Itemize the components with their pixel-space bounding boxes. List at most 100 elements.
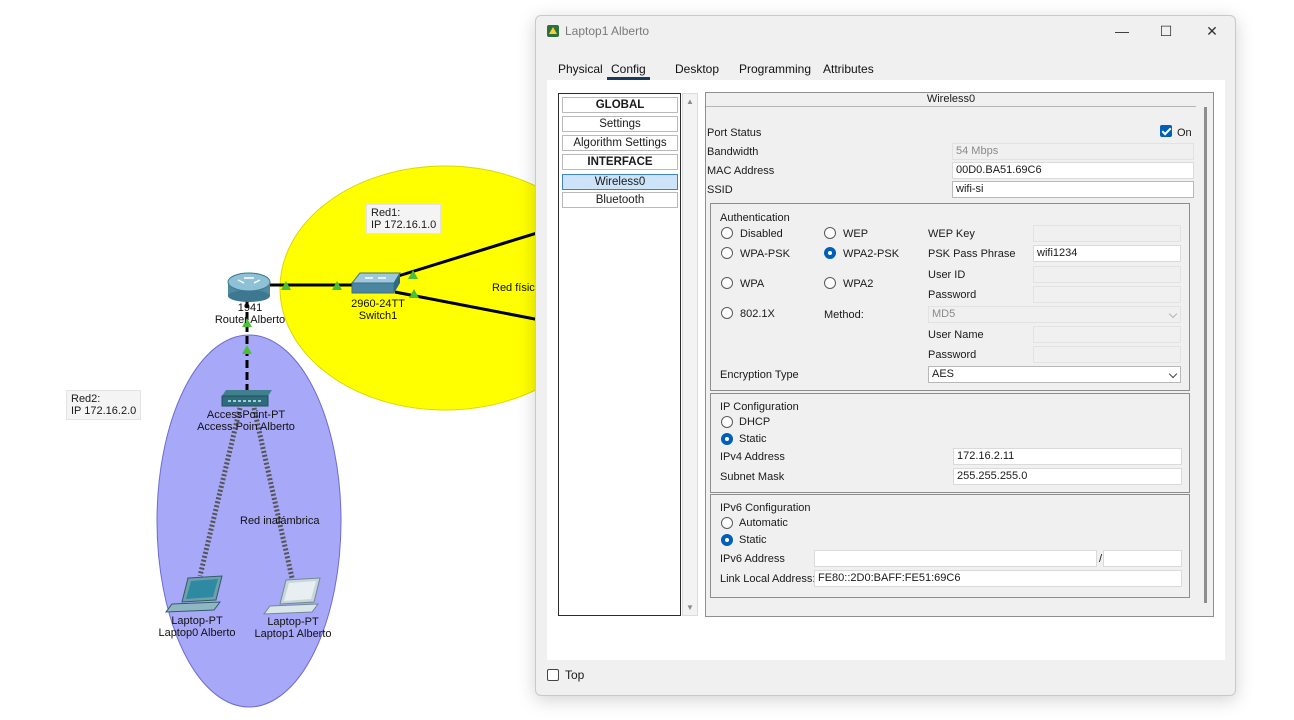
ipv6-automatic-label: Automatic xyxy=(739,517,788,529)
topology-canvas[interactable]: Red1: IP 172.16.1.0 Red2: IP 172.16.2.0 … xyxy=(0,0,540,720)
authentication-title: Authentication xyxy=(720,212,790,224)
ipv6-address-label: IPv6 Address xyxy=(720,553,785,565)
sidebar-header-global[interactable]: GLOBAL xyxy=(562,97,678,113)
password2-field xyxy=(1033,346,1181,363)
auth-wpa2-psk-label: WPA2-PSK xyxy=(843,248,900,260)
port-status-label: Port Status xyxy=(707,127,762,139)
access-point-name: Access Poin Alberto xyxy=(197,421,295,433)
mac-address-field[interactable]: 00D0.BA51.69C6 xyxy=(952,162,1194,179)
port-on-checkbox[interactable] xyxy=(1160,125,1172,137)
close-button[interactable]: ✕ xyxy=(1190,20,1234,42)
laptop1-model: Laptop-PT xyxy=(267,616,319,628)
red-fisica-label: Red físic xyxy=(492,282,535,294)
sidebar-item-wireless0[interactable]: Wireless0 xyxy=(562,174,678,190)
sidebar-item-bluetooth[interactable]: Bluetooth xyxy=(562,192,678,208)
user-id-label: User ID xyxy=(928,269,966,281)
bandwidth-field: 54 Mbps xyxy=(952,143,1194,160)
link-local-address-field: FE80::2D0:BAFF:FE51:69C6 xyxy=(814,570,1182,587)
router-model: 1941 xyxy=(237,302,263,314)
password-field xyxy=(1033,286,1181,303)
config-sidebar: GLOBAL Settings Algorithm Settings INTER… xyxy=(558,93,681,616)
switch-icon[interactable] xyxy=(350,272,401,294)
switch-model: 2960-24TT xyxy=(351,298,405,310)
red-inalambrica-label: Red inalámbrica xyxy=(240,515,320,527)
port-on-label: On xyxy=(1177,127,1192,139)
router-icon[interactable] xyxy=(227,272,271,302)
scroll-up-icon[interactable]: ▲ xyxy=(686,97,694,106)
sidebar-scrollbar[interactable]: ▲ ▼ xyxy=(682,93,698,616)
auth-wep-radio[interactable] xyxy=(824,227,836,239)
ipv6-prefix-separator: / xyxy=(1099,553,1103,565)
tab-config[interactable]: Config xyxy=(607,60,650,80)
tab-attributes[interactable]: Attributes xyxy=(819,60,878,80)
ipv6-prefix-field[interactable] xyxy=(1103,550,1182,567)
auth-wpa2-label: WPA2 xyxy=(843,278,874,290)
authentication-group: Authentication Disabled WEP WPA-PSK WPA2… xyxy=(710,203,1190,391)
sidebar-item-algorithm-settings[interactable]: Algorithm Settings xyxy=(562,135,678,151)
ip-dhcp-label: DHCP xyxy=(739,416,771,428)
auth-wpa2-radio[interactable] xyxy=(824,277,836,289)
red2-note[interactable]: Red2: IP 172.16.2.0 xyxy=(66,390,142,420)
ip-dhcp-radio[interactable] xyxy=(721,416,733,428)
ipv4-address-label: IPv4 Address xyxy=(720,451,785,463)
auth-wpa2-psk-radio[interactable] xyxy=(824,247,836,259)
access-point-icon[interactable] xyxy=(221,390,272,407)
laptop0-model: Laptop-PT xyxy=(171,615,223,627)
red2-note-line2: IP 172.16.2.0 xyxy=(71,405,137,417)
tab-desktop[interactable]: Desktop xyxy=(671,60,723,80)
auth-8021x-radio[interactable] xyxy=(721,307,733,319)
tab-physical[interactable]: Physical xyxy=(554,60,607,80)
subnet-mask-label: Subnet Mask xyxy=(720,471,785,483)
ip-configuration-group: IP Configuration DHCP Static IPv4 Addres… xyxy=(710,393,1190,493)
tab-programming[interactable]: Programming xyxy=(735,60,815,80)
ipv6-automatic-radio[interactable] xyxy=(721,517,733,529)
device-window[interactable]: Laptop1 Alberto — ☐ ✕ Physical Config De… xyxy=(535,15,1236,696)
access-point-model: AccessPoint-PT xyxy=(206,409,286,421)
user-name-label: User Name xyxy=(928,329,984,341)
red1-note-line2: IP 172.16.1.0 xyxy=(371,219,437,231)
auth-wpa-psk-radio[interactable] xyxy=(721,247,733,259)
encryption-type-select[interactable]: AES xyxy=(928,366,1181,383)
scroll-down-icon[interactable]: ▼ xyxy=(686,603,694,612)
ipv4-address-field[interactable]: 172.16.2.11 xyxy=(953,448,1182,465)
title-bar[interactable]: Laptop1 Alberto — ☐ ✕ xyxy=(536,16,1235,46)
red1-note-line1: Red1: xyxy=(371,207,401,219)
topology-drawing xyxy=(156,165,540,708)
ssid-field[interactable]: wifi-si xyxy=(952,181,1194,198)
auth-8021x-label: 802.1X xyxy=(740,308,775,320)
subnet-mask-field[interactable]: 255.255.255.0 xyxy=(953,468,1182,485)
switch-name: Switch1 xyxy=(358,310,398,322)
laptop1-name: Laptop1 Alberto xyxy=(254,628,332,640)
router-name: Router Alberto xyxy=(214,314,286,326)
sidebar-header-interface[interactable]: INTERFACE xyxy=(562,154,678,170)
auth-disabled-radio[interactable] xyxy=(721,227,733,239)
wireless0-panel: Wireless0 Port Status On Bandwidth 54 Mb… xyxy=(705,92,1214,617)
ipv6-static-label: Static xyxy=(739,534,767,546)
minimize-button[interactable]: — xyxy=(1100,20,1144,42)
ipv6-address-field[interactable] xyxy=(814,550,1097,567)
ssid-label: SSID xyxy=(707,184,733,196)
wep-key-label: WEP Key xyxy=(928,228,975,240)
auth-disabled-label: Disabled xyxy=(740,228,783,240)
top-label: Top xyxy=(565,668,585,682)
laptop0-label: Laptop-PT Laptop0 Alberto xyxy=(152,615,242,639)
red1-note[interactable]: Red1: IP 172.16.1.0 xyxy=(366,204,442,234)
method-label: Method: xyxy=(824,309,864,321)
bandwidth-label: Bandwidth xyxy=(707,146,759,158)
panel-scrollbar[interactable] xyxy=(1204,107,1207,603)
psk-pass-phrase-field[interactable]: wifi1234 xyxy=(1033,245,1181,262)
auth-wpa-psk-label: WPA-PSK xyxy=(740,248,790,260)
ip-static-radio[interactable] xyxy=(721,433,733,445)
window-title: Laptop1 Alberto xyxy=(565,24,650,38)
router-label: 1941 Router Alberto xyxy=(205,302,295,326)
sidebar-item-settings[interactable]: Settings xyxy=(562,116,678,132)
ip-config-title: IP Configuration xyxy=(720,401,799,413)
auth-wpa-radio[interactable] xyxy=(721,277,733,289)
link-local-address-label: Link Local Address: xyxy=(720,573,816,585)
encryption-type-value: AES xyxy=(932,368,955,380)
password2-label: Password xyxy=(928,349,977,361)
ipv6-static-radio[interactable] xyxy=(721,534,733,546)
maximize-button[interactable]: ☐ xyxy=(1144,20,1188,42)
ip-static-label: Static xyxy=(739,433,767,445)
top-checkbox[interactable] xyxy=(547,669,559,681)
